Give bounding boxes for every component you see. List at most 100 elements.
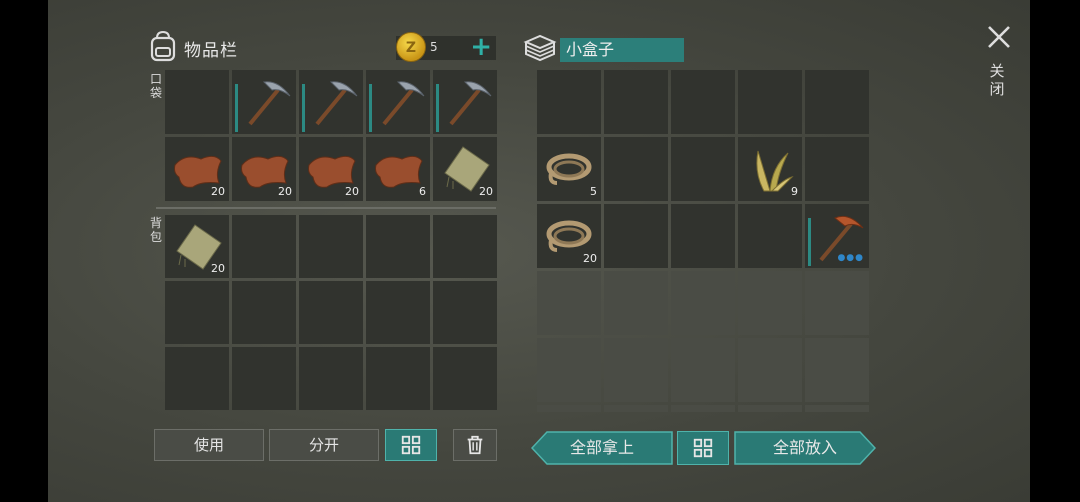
item-count: 5	[590, 185, 597, 198]
container-slot[interactable]	[805, 137, 869, 201]
backpack-slot[interactable]	[433, 281, 497, 344]
item-count: 20	[211, 262, 225, 275]
container-slot-locked	[537, 338, 601, 402]
backpack-grid: 20	[165, 215, 497, 410]
leather-icon	[375, 155, 423, 188]
container-slot[interactable]	[671, 137, 735, 201]
item-count: 9	[791, 185, 798, 198]
add-coins-button[interactable]: +	[470, 32, 492, 62]
backpack-slot[interactable]: 20	[165, 215, 229, 278]
item-count: 20	[278, 185, 292, 198]
backpack-icon	[150, 30, 176, 62]
pocket-grid: 20 20 20 6 20	[165, 70, 497, 201]
pocket-slot[interactable]: 20	[232, 137, 296, 201]
container-slot-locked	[604, 405, 668, 412]
container-slot[interactable]	[604, 137, 668, 201]
container-slot[interactable]	[671, 70, 735, 134]
pocket-slot[interactable]	[165, 70, 229, 134]
rope-icon	[546, 153, 592, 185]
container-slot-locked	[805, 338, 869, 402]
item-count: 20	[211, 185, 225, 198]
backpack-slot[interactable]	[232, 347, 296, 410]
backpack-slot[interactable]	[165, 347, 229, 410]
pocket-slot[interactable]: 6	[366, 137, 430, 201]
container-slot-locked	[805, 271, 869, 335]
trash-button[interactable]	[453, 429, 497, 461]
container-slot[interactable]: 9	[738, 137, 802, 201]
grid-icon	[693, 438, 713, 458]
take-all-label: 全部拿上	[569, 438, 634, 457]
pickaxe-icon	[449, 81, 492, 126]
pocket-slot[interactable]	[433, 70, 497, 134]
container-slot[interactable]	[604, 70, 668, 134]
container-slot-locked	[537, 271, 601, 335]
pocket-label: 口袋	[149, 72, 162, 100]
backpack-slot[interactable]	[299, 281, 363, 344]
close-icon[interactable]	[982, 20, 1016, 54]
box-icon	[523, 34, 557, 62]
backpack-slot[interactable]	[232, 281, 296, 344]
use-button[interactable]: 使用	[154, 429, 264, 461]
container-slot[interactable]: ●●●	[805, 204, 869, 268]
pocket-slot[interactable]	[232, 70, 296, 134]
container-slot-locked	[805, 405, 869, 412]
backpack-slot[interactable]	[299, 347, 363, 410]
inventory-title: 物品栏	[184, 41, 238, 61]
container-slot-locked	[604, 271, 668, 335]
container-slot[interactable]	[671, 204, 735, 268]
backpack-slot[interactable]	[232, 215, 296, 278]
container-grid: 5 9 20 ●●●	[537, 70, 869, 412]
container-slot[interactable]: 20	[537, 204, 601, 268]
container-slot[interactable]	[604, 204, 668, 268]
container-slot[interactable]	[738, 204, 802, 268]
coin-icon: Z	[396, 32, 426, 62]
item-count: 20	[345, 185, 359, 198]
container-slot-locked	[671, 338, 735, 402]
upgrade-dots: ●●●	[837, 253, 864, 263]
put-all-button[interactable]: 全部放入	[734, 431, 876, 465]
pocket-slot[interactable]	[299, 70, 363, 134]
coin-amount: 5	[430, 40, 438, 54]
container-slot[interactable]	[537, 70, 601, 134]
svg-text:Z: Z	[406, 40, 416, 56]
put-all-label: 全部放入	[772, 438, 837, 457]
backpack-slot[interactable]	[433, 347, 497, 410]
close-label: 关闭	[989, 62, 1005, 98]
container-slot-locked	[671, 405, 735, 412]
sort-inventory-button[interactable]	[385, 429, 437, 461]
container-slot[interactable]: 5	[537, 137, 601, 201]
pickaxe-icon	[248, 81, 291, 126]
pocket-slot[interactable]: 20	[165, 137, 229, 201]
backpack-slot[interactable]	[366, 215, 430, 278]
container-slot-locked	[738, 271, 802, 335]
container-slot-locked	[738, 405, 802, 412]
container-slot-locked	[671, 271, 735, 335]
pocket-slot[interactable]: 20	[299, 137, 363, 201]
backpack-slot[interactable]	[366, 347, 430, 410]
trash-icon	[467, 435, 483, 455]
inventory-screen: 物品栏 Z 5 + 小盒子 关闭 口袋 背包 20 20 20 6 20 20 …	[48, 0, 1030, 502]
item-count: 20	[479, 185, 493, 198]
pocket-backpack-divider	[156, 207, 496, 209]
backpack-slot[interactable]	[366, 281, 430, 344]
sort-container-button[interactable]	[677, 431, 729, 465]
container-slot[interactable]	[738, 70, 802, 134]
pocket-slot[interactable]: 20	[433, 137, 497, 201]
pocket-slot[interactable]	[366, 70, 430, 134]
container-slot-locked	[738, 338, 802, 402]
item-count: 6	[419, 185, 426, 198]
container-slot[interactable]	[805, 70, 869, 134]
take-all-button[interactable]: 全部拿上	[531, 431, 673, 465]
coin-counter: Z 5 +	[396, 32, 496, 62]
item-count: 20	[583, 252, 597, 265]
container-slot-locked	[537, 405, 601, 412]
backpack-slot[interactable]	[433, 215, 497, 278]
backpack-slot[interactable]	[165, 281, 229, 344]
pickaxe-icon	[382, 81, 425, 126]
container-name: 小盒子	[560, 38, 684, 62]
backpack-slot[interactable]	[299, 215, 363, 278]
backpack-label: 背包	[149, 216, 162, 244]
split-button[interactable]: 分开	[269, 429, 379, 461]
grid-icon	[401, 435, 421, 455]
plant-fiber-icon	[756, 150, 794, 192]
